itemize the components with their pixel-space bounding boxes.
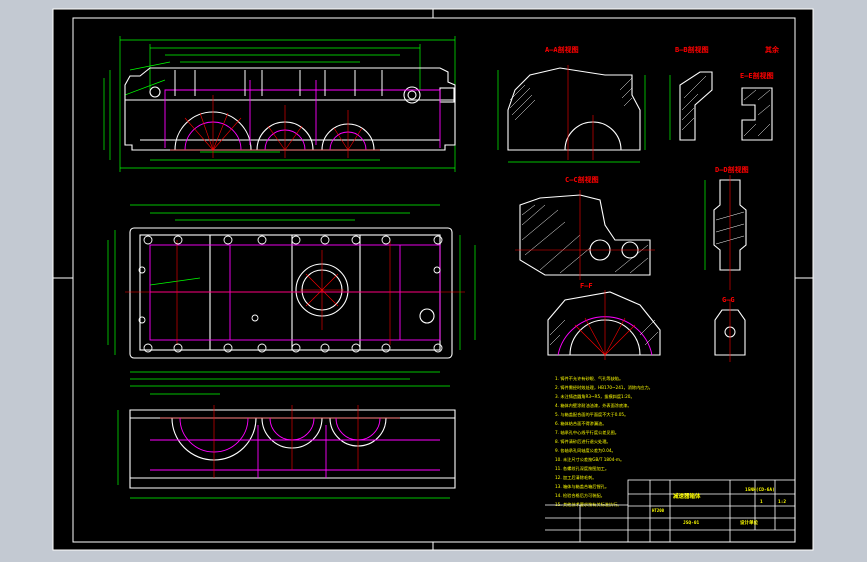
label-c: C—C剖视图 bbox=[565, 175, 599, 184]
label-f: F—F bbox=[580, 282, 593, 290]
drawing-no: JSQ-01 bbox=[683, 520, 700, 526]
school-text: 设计单位 bbox=[740, 519, 758, 526]
scale-text: 1:2 bbox=[778, 499, 786, 505]
label-d: D—D剖视图 bbox=[715, 165, 749, 174]
note-line: 5. 与箱盖配合面的平面度不大于0.05。 bbox=[555, 411, 628, 418]
note-line: 14. 检验合格后方可装配。 bbox=[555, 492, 605, 499]
material-text: HT200 bbox=[652, 508, 665, 513]
note-line: 2. 铸件需经时效处理，HB170~241，消除内应力。 bbox=[555, 384, 653, 391]
mark-text: 15NH(CD-6A) bbox=[745, 487, 775, 493]
note-line: 6. 箱体结合面不得渗漏油。 bbox=[555, 420, 606, 427]
row1-text: 1 bbox=[760, 499, 763, 505]
label-a: A—A剖视图 bbox=[545, 45, 579, 54]
note-line: 8. 铸件清砂后进行退火处理。 bbox=[555, 438, 611, 445]
note-line: 1. 铸件不允许有砂眼、气孔等缺陷。 bbox=[555, 375, 623, 382]
label-e: E—E剖视图 bbox=[740, 71, 774, 80]
note-line: 9. 各轴承孔同轴度公差为0.04。 bbox=[555, 447, 616, 454]
label-b: B—B剖视图 bbox=[675, 45, 709, 54]
label-g: G—G bbox=[722, 296, 735, 304]
note-line: 10. 未注尺寸公差按GB/T 1804-m。 bbox=[555, 456, 624, 463]
note-line: 12. 加工后清除毛刺。 bbox=[555, 474, 597, 481]
note-line: 3. 未注铸造圆角R3~R5，拔模斜度1:20。 bbox=[555, 393, 635, 400]
cad-drawing-canvas: A—A剖视图 B—B剖视图 E—E剖视图 C—C剖视图 D—D剖视图 F—F G… bbox=[52, 8, 814, 551]
note-line: 11. 各螺纹孔深度按图加工。 bbox=[555, 465, 609, 472]
part-title: 减速器箱体 bbox=[673, 492, 701, 500]
note-line: 4. 箱体内壁涂耐油油漆，外表面涂底漆。 bbox=[555, 402, 632, 409]
note-line: 13. 箱体与箱盖合箱后镗孔。 bbox=[555, 483, 609, 490]
note-line: 7. 轴承孔中心线平行度公差见图。 bbox=[555, 429, 619, 436]
label-other: 其余 bbox=[765, 45, 780, 54]
note-line: 15. 其他技术要求按有关标准执行。 bbox=[555, 501, 622, 508]
